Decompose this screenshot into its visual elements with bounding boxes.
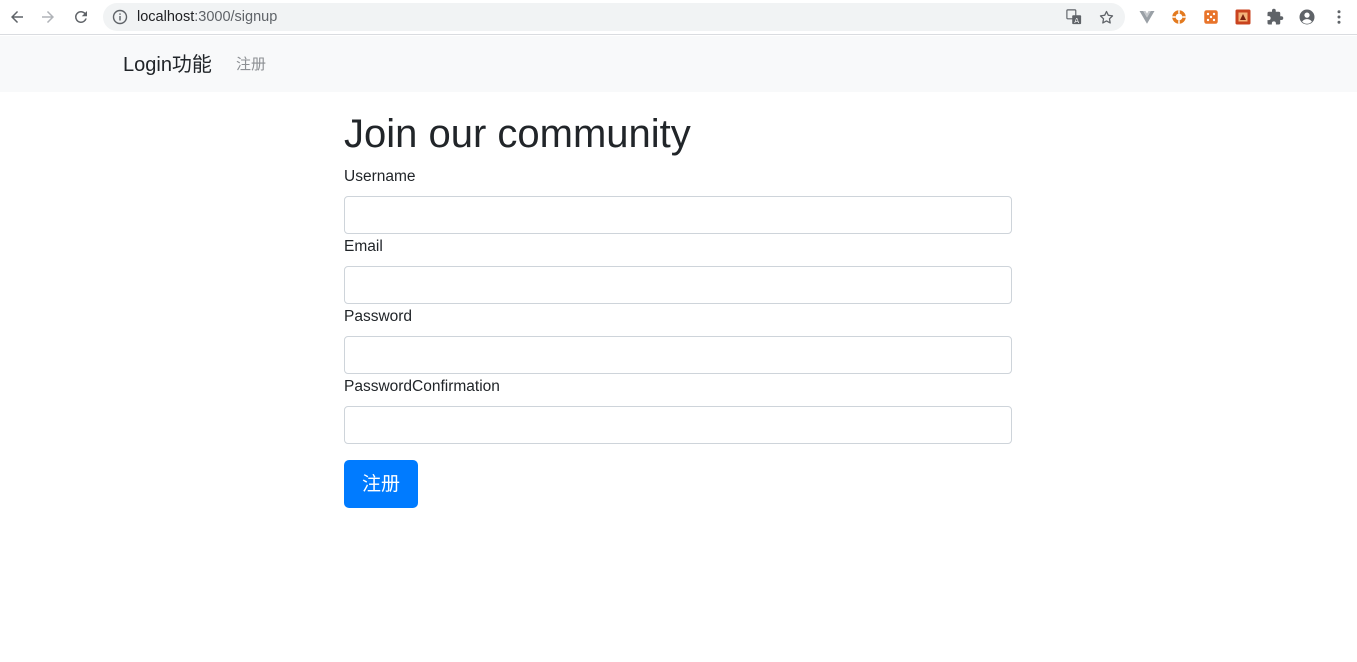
extension-orange-icon[interactable] (1169, 7, 1189, 27)
app-navbar: Login功能 注册 (0, 36, 1357, 92)
nav-link-signup[interactable]: 注册 (236, 56, 266, 74)
password-confirmation-input[interactable] (344, 406, 1012, 444)
forward-arrow-icon[interactable] (35, 4, 61, 30)
extensions-puzzle-icon[interactable] (1265, 7, 1285, 27)
password-confirmation-label: PasswordConfirmation (344, 378, 500, 395)
svg-text:A: A (1074, 16, 1079, 25)
page-title: Join our community (344, 112, 691, 156)
menu-kebab-icon[interactable] (1329, 7, 1349, 27)
site-info-icon[interactable] (112, 9, 128, 25)
browser-toolbar: localhost:3000/signup A (0, 0, 1357, 35)
address-bar[interactable]: localhost:3000/signup A (103, 3, 1125, 31)
translate-icon[interactable]: A (1065, 8, 1083, 26)
username-label: Username (344, 168, 416, 185)
profile-icon[interactable] (1297, 7, 1317, 27)
url-path: :3000/signup (194, 9, 278, 25)
username-input[interactable] (344, 196, 1012, 234)
password-input[interactable] (344, 336, 1012, 374)
reload-icon[interactable] (68, 4, 94, 30)
vue-devtools-icon[interactable] (1137, 7, 1157, 27)
url-text: localhost:3000/signup (137, 9, 277, 25)
password-label: Password (344, 308, 413, 325)
url-host: localhost (137, 9, 195, 25)
extension-red-icon[interactable] (1233, 7, 1253, 27)
signup-submit-button[interactable]: 注册 (344, 460, 418, 508)
navbar-brand[interactable]: Login功能 (123, 53, 212, 77)
email-input[interactable] (344, 266, 1012, 304)
back-arrow-icon[interactable] (4, 4, 30, 30)
bookmark-star-icon[interactable] (1097, 8, 1115, 26)
email-label: Email (344, 238, 383, 255)
extension-dice-icon[interactable] (1201, 7, 1221, 27)
